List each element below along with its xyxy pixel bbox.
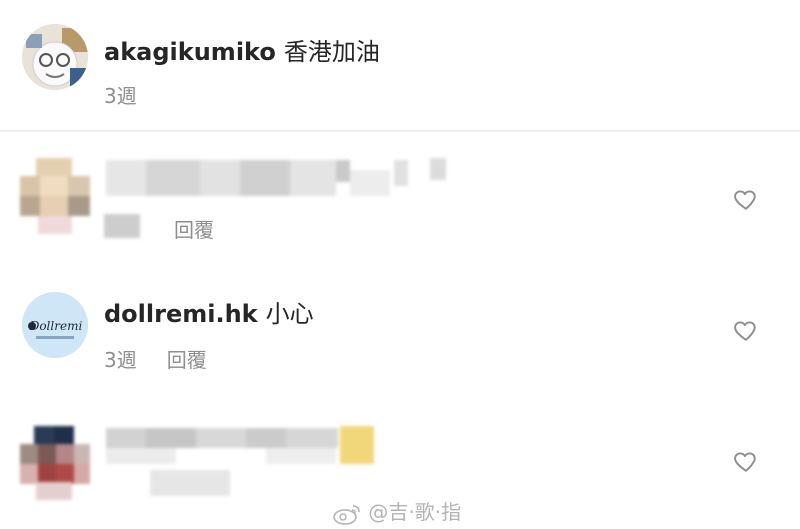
blurred-avatar: [20, 158, 90, 234]
blurred-comment-text: [106, 158, 446, 198]
comment-meta: 回覆: [174, 214, 214, 243]
comment-username[interactable]: akagikumiko: [104, 38, 276, 66]
weibo-logo-icon: [333, 504, 360, 525]
comment-text: 香港加油: [283, 38, 380, 66]
watermark: @吉·歌·指: [332, 496, 462, 525]
heart-outline-icon[interactable]: [733, 317, 759, 343]
blurred-comment-time: [104, 214, 140, 238]
comment-username[interactable]: dollremi.hk: [104, 300, 258, 328]
comment-body: akagikumiko 香港加油: [104, 32, 380, 67]
reply-button[interactable]: 回覆: [174, 218, 214, 242]
blurred-comment-time: [150, 470, 230, 496]
blurred-comment-text: [106, 426, 376, 466]
comment-blurred: 回覆: [0, 140, 800, 250]
avatar[interactable]: Dollremi: [22, 292, 88, 358]
blurred-avatar: [20, 426, 90, 500]
comment-text: 小心: [265, 300, 314, 328]
comment-time: 3週: [104, 84, 137, 108]
divider: [0, 130, 800, 132]
avatar[interactable]: [22, 24, 88, 90]
comment-time: 3週: [104, 348, 137, 372]
dollremi-logo-icon: Dollremi: [22, 292, 88, 358]
avatar-logo-text: Dollremi: [29, 319, 83, 333]
reply-button[interactable]: 回覆: [167, 348, 207, 372]
heart-outline-icon[interactable]: [733, 186, 759, 212]
comment-akagikumiko: akagikumiko 香港加油 3週: [0, 0, 800, 130]
heart-outline-icon[interactable]: [733, 448, 759, 474]
comment-body: dollremi.hk 小心: [104, 294, 314, 329]
comment-meta: 3週 回覆: [104, 344, 207, 373]
comment-meta: 3週: [104, 80, 137, 109]
watermark-text: @吉·歌·指: [368, 500, 462, 524]
cartoon-avatar-icon: [22, 24, 88, 90]
comment-dollremi: Dollremi dollremi.hk 小心 3週 回覆: [0, 262, 800, 382]
